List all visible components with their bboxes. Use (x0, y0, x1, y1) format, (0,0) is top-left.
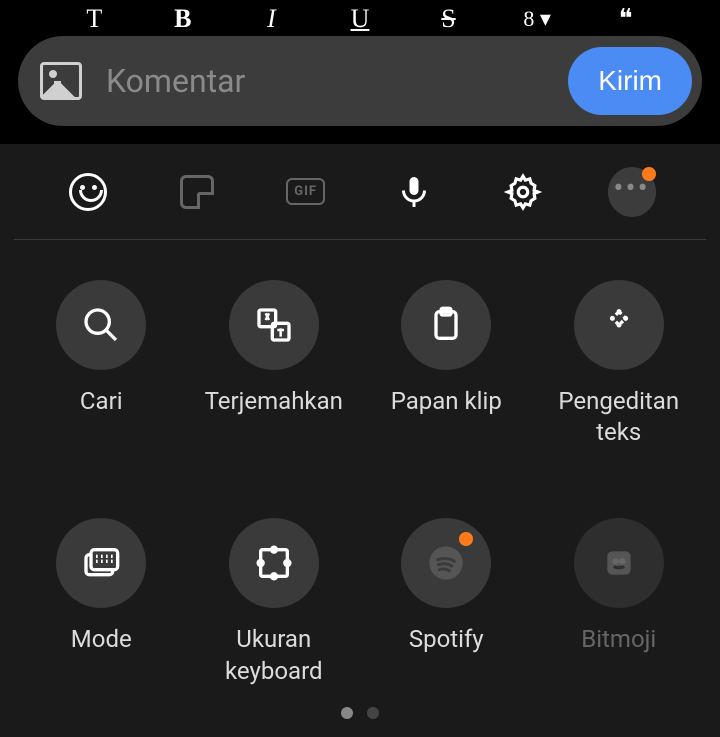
bitmoji-icon (599, 543, 639, 583)
tool-translate[interactable]: Terjemahkan (193, 280, 356, 448)
tool-label: Pengeditan teks (538, 386, 701, 448)
tool-spotify[interactable]: Spotify (365, 518, 528, 686)
send-button[interactable]: Kirim (568, 47, 692, 115)
spotify-icon (426, 543, 466, 583)
format-italic[interactable]: I (251, 4, 291, 34)
more-icon: ••• (608, 167, 656, 217)
tool-search[interactable]: Cari (20, 280, 183, 448)
page-dot-1[interactable] (341, 707, 353, 719)
text-format-bar: T B I U S 8 ▾ ❝ (0, 0, 720, 38)
page-indicator (0, 707, 720, 719)
gear-icon (504, 173, 542, 211)
more-button[interactable]: ••• (608, 168, 656, 216)
gif-icon: GIF (286, 178, 325, 205)
tool-mode[interactable]: Mode (20, 518, 183, 686)
comment-field-container: Komentar Kirim (18, 36, 702, 126)
translate-icon (254, 305, 294, 345)
format-underline[interactable]: U (340, 4, 380, 34)
page-dot-2[interactable] (367, 707, 379, 719)
tool-label: Spotify (409, 624, 484, 655)
format-list-number[interactable]: 8 ▾ (517, 6, 557, 32)
gif-tab[interactable]: GIF (282, 168, 330, 216)
keyboard-mode-icon (81, 543, 121, 583)
tool-label: Cari (80, 386, 123, 417)
resize-icon (254, 543, 294, 583)
notification-badge (642, 167, 656, 181)
attach-image-icon[interactable] (40, 62, 82, 100)
comment-input-row: Komentar Kirim (0, 36, 720, 144)
tool-label: Bitmoji (581, 624, 656, 655)
tool-label: Mode (71, 624, 132, 655)
tool-text-edit[interactable]: Pengeditan teks (538, 280, 701, 448)
sticker-tab[interactable] (173, 168, 221, 216)
mic-icon (396, 174, 432, 210)
tool-label: Papan klip (391, 386, 502, 417)
format-text[interactable]: T (74, 4, 114, 34)
format-strikethrough[interactable]: S (429, 4, 469, 34)
settings-button[interactable] (499, 168, 547, 216)
tool-keyboard-size[interactable]: Ukuran keyboard (193, 518, 356, 686)
clipboard-icon (426, 305, 466, 345)
tool-bitmoji[interactable]: Bitmoji (538, 518, 701, 686)
format-bold[interactable]: B (163, 4, 203, 34)
comment-input[interactable]: Komentar (106, 62, 568, 100)
search-icon (81, 305, 121, 345)
tool-clipboard[interactable]: Papan klip (365, 280, 528, 448)
voice-input-button[interactable] (390, 168, 438, 216)
tool-label: Ukuran keyboard (193, 624, 356, 686)
emoji-tab[interactable] (64, 168, 112, 216)
text-edit-icon (599, 305, 639, 345)
notification-badge (459, 532, 473, 546)
tool-label: Terjemahkan (205, 386, 343, 417)
format-quote[interactable]: ❝ (606, 4, 646, 34)
smiley-icon (69, 173, 107, 211)
sticker-icon (180, 175, 214, 209)
keyboard-toolbar: GIF ••• (14, 144, 706, 240)
tools-grid: Cari Terjemahkan Papan klip Pengeditan t… (0, 240, 720, 707)
